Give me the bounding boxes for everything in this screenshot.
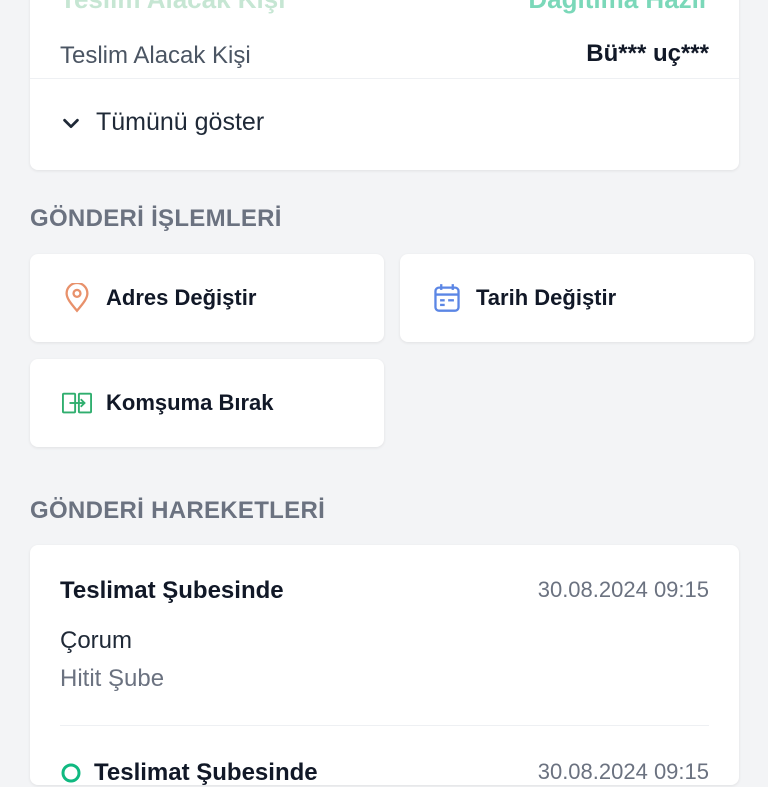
movement-city: Çorum bbox=[60, 627, 133, 654]
operations-section-title: GÖNDERİ İŞLEMLERİ bbox=[30, 205, 282, 232]
divider bbox=[60, 725, 709, 726]
cut-off-status: Dağıtıma Hazır bbox=[528, 0, 709, 15]
leave-with-neighbor-label: Komşuma Bırak bbox=[106, 390, 274, 415]
movement-title: Teslimat Şubesinde bbox=[60, 577, 284, 604]
movements-section-title: GÖNDERİ HAREKETLERİ bbox=[30, 497, 326, 524]
movement-branch: Hitit Şube bbox=[60, 665, 165, 692]
recipient-row: Teslim Alacak Kişi Bü*** uç*** bbox=[30, 22, 739, 79]
calendar-icon bbox=[432, 283, 462, 313]
leave-with-neighbor-button[interactable]: Komşuma Bırak bbox=[30, 359, 384, 447]
movements-card: Teslimat Şubesinde 30.08.2024 09:15 Çoru… bbox=[30, 545, 739, 787]
change-date-button[interactable]: Tarih Değiştir bbox=[400, 254, 754, 342]
change-address-label: Adres Değiştir bbox=[106, 285, 257, 310]
movement-date: 30.08.2024 09:15 bbox=[537, 577, 709, 602]
recipient-value: Bü*** uç*** bbox=[586, 40, 709, 67]
movement-title-2: Teslimat Şubesinde bbox=[94, 759, 318, 786]
movement-row-2: Teslimat Şubesinde bbox=[60, 759, 318, 787]
change-address-button[interactable]: Adres Değiştir bbox=[30, 254, 384, 342]
transfer-box-icon bbox=[62, 388, 92, 418]
show-all-label: Tümünü göster bbox=[96, 108, 265, 136]
recipient-label: Teslim Alacak Kişi bbox=[60, 42, 251, 69]
movement-date-2: 30.08.2024 09:15 bbox=[537, 759, 709, 784]
show-all-button[interactable]: Tümünü göster bbox=[60, 108, 264, 137]
map-pin-icon bbox=[62, 283, 92, 313]
cut-off-label: Teslim Alacak Kişi bbox=[60, 0, 285, 15]
shipment-info-card: Teslim Alacak Kişi Dağıtıma Hazır Teslim… bbox=[30, 0, 739, 170]
chevron-down-icon bbox=[63, 118, 79, 128]
change-date-label: Tarih Değiştir bbox=[476, 285, 617, 310]
status-dot-icon bbox=[61, 763, 81, 783]
